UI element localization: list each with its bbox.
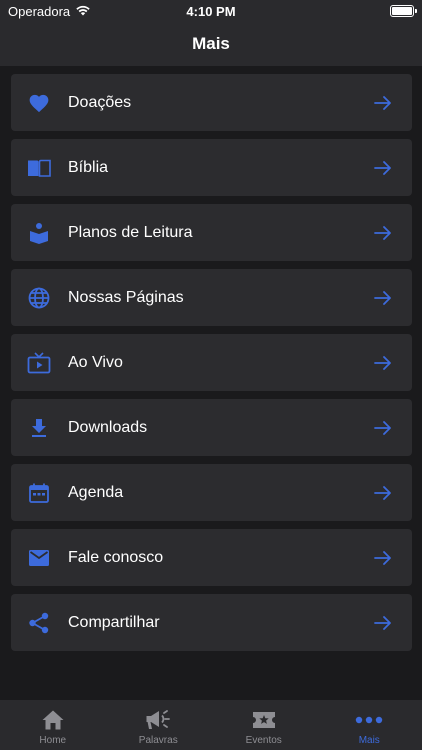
menu-item-label: Ao Vivo xyxy=(68,353,123,371)
menu-item-nossas-paginas[interactable]: Nossas Páginas xyxy=(11,269,412,326)
app-screen: Operadora 4:10 PM Mais Doações Bíblia Pl… xyxy=(0,0,422,750)
menu-item-biblia[interactable]: Bíblia xyxy=(11,139,412,196)
tab-label: Mais xyxy=(358,735,380,746)
tab-bar: Home Palavras Eventos Mais xyxy=(0,700,422,750)
battery-icon xyxy=(390,5,417,17)
arrow-right-icon xyxy=(372,352,394,374)
menu-item-planos-de-leitura[interactable]: Planos de Leitura xyxy=(11,204,412,261)
arrow-right-icon xyxy=(372,417,394,439)
menu-item-compartilhar[interactable]: Compartilhar xyxy=(11,594,412,651)
menu-item-ao-vivo[interactable]: Ao Vivo xyxy=(11,334,412,391)
live-tv-icon xyxy=(27,351,51,375)
tab-label: Eventos xyxy=(245,735,282,746)
menu-list: Doações Bíblia Planos de Leitura Nossas … xyxy=(11,74,412,651)
home-icon xyxy=(41,708,65,732)
tab-label: Home xyxy=(39,735,67,746)
menu-item-agenda[interactable]: Agenda xyxy=(11,464,412,521)
arrow-right-icon xyxy=(372,547,394,569)
calendar-icon xyxy=(27,481,51,505)
menu-item-label: Compartilhar xyxy=(68,613,160,631)
arrow-right-icon xyxy=(372,287,394,309)
more-icon xyxy=(355,708,383,732)
tab-mais[interactable]: Mais xyxy=(317,700,422,750)
menu-item-label: Agenda xyxy=(68,483,124,501)
menu-item-label: Fale conosco xyxy=(68,548,164,566)
megaphone-icon xyxy=(145,708,171,732)
carrier-label: Operadora xyxy=(8,3,71,19)
book-icon xyxy=(27,156,51,180)
arrow-right-icon xyxy=(372,482,394,504)
menu-item-label: Bíblia xyxy=(68,158,109,176)
menu-item-label: Downloads xyxy=(68,418,148,436)
status-bar: Operadora 4:10 PM xyxy=(0,0,422,22)
heart-icon xyxy=(27,91,51,115)
tab-eventos[interactable]: Eventos xyxy=(211,700,317,750)
mail-icon xyxy=(27,546,51,570)
arrow-right-icon xyxy=(372,157,394,179)
status-left: Operadora xyxy=(8,4,91,19)
menu-item-doacoes[interactable]: Doações xyxy=(11,74,412,131)
tab-palavras[interactable]: Palavras xyxy=(106,700,212,750)
share-icon xyxy=(27,611,51,635)
page-title: Mais xyxy=(192,34,230,53)
tab-label: Palavras xyxy=(138,735,178,746)
menu-item-fale-conosco[interactable]: Fale conosco xyxy=(11,529,412,586)
arrow-right-icon xyxy=(372,92,394,114)
menu-item-label: Nossas Páginas xyxy=(68,288,184,306)
tab-home[interactable]: Home xyxy=(0,700,106,750)
globe-icon xyxy=(27,286,51,310)
wifi-icon xyxy=(75,4,91,19)
arrow-right-icon xyxy=(372,222,394,244)
download-icon xyxy=(27,416,51,440)
menu-item-downloads[interactable]: Downloads xyxy=(11,399,412,456)
nav-header: Mais xyxy=(0,22,422,66)
menu-item-label: Doações xyxy=(68,93,132,111)
reading-plan-icon xyxy=(27,221,51,245)
arrow-right-icon xyxy=(372,612,394,634)
menu-item-label: Planos de Leitura xyxy=(68,223,193,241)
ticket-icon xyxy=(251,708,277,732)
